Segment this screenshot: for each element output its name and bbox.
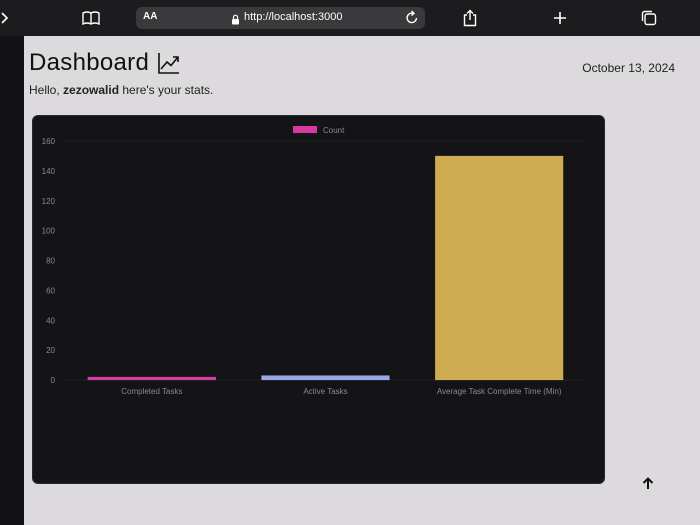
tabs-overview-icon[interactable] [639,0,659,36]
share-icon[interactable] [460,0,480,36]
y-tick-label: 40 [46,316,55,325]
url-text: http://localhost:3000 [244,11,343,23]
username: zezowalid [63,83,120,97]
y-tick-label: 20 [46,346,55,355]
greeting-suffix: here's your stats. [119,83,214,97]
stats-bar-chart: 0 20 40 60 80 100 120 140 160 Count Completed Task… [42,126,586,396]
greeting-text: Hello, zezowalid here's your stats. [29,83,213,97]
lock-icon [231,12,240,30]
address-bar[interactable]: AA http://localhost:3000 [136,7,425,29]
bar-average [434,155,564,381]
legend-swatch [293,126,317,133]
reader-aa-button[interactable]: AA [143,11,157,22]
y-tick-label: 0 [51,376,56,385]
bar-active [261,375,390,381]
browser-toolbar: AA http://localhost:3000 [0,0,700,36]
y-tick-label: 60 [46,286,55,295]
scroll-to-top-button[interactable] [638,473,658,493]
current-date: October 13, 2024 [582,61,675,75]
y-tick-label: 160 [42,137,56,146]
reload-icon[interactable] [405,10,419,30]
x-tick-label: Completed Tasks [121,387,182,396]
dashboard-main: Dashboard October 13, 2024 Hello, zezowa… [24,36,700,525]
sidebar-toggle-icon[interactable] [0,0,10,36]
y-tick-label: 140 [42,167,56,176]
greeting-prefix: Hello, [29,83,64,97]
y-tick-label: 120 [42,197,56,206]
y-tick-label: 80 [46,257,55,266]
arrow-up-icon [642,476,654,489]
y-tick-label: 100 [42,227,56,236]
legend-label: Count [323,126,345,135]
x-tick-label: Active Tasks [303,387,347,396]
new-tab-icon[interactable] [550,0,570,36]
app-sidebar [0,36,24,525]
stats-chart-card: 0 20 40 60 80 100 120 140 160 Count Completed Task… [32,115,605,484]
bar-completed [87,376,217,381]
bookmarks-icon[interactable] [80,0,102,36]
page-title: Dashboard [29,49,150,76]
trending-up-icon [157,51,181,80]
x-tick-label: Average Task Complete Time (Min) [437,387,562,396]
